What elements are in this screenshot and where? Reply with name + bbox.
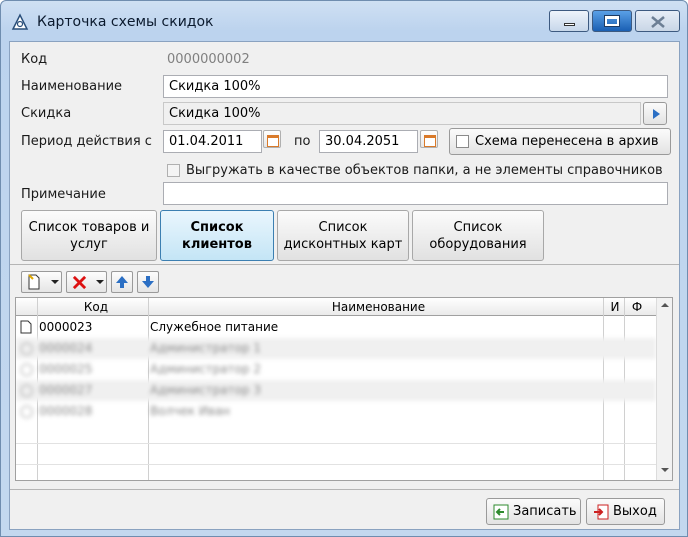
tab-discount-cards[interactable]: Список дисконтных карт — [277, 210, 409, 261]
minimize-button[interactable] — [549, 10, 589, 32]
row-code: 0000027 — [39, 383, 93, 397]
tab-clients-line2: клиентов — [182, 236, 252, 252]
maximize-button[interactable] — [592, 10, 632, 32]
window-title: Карточка схемы скидок — [37, 14, 214, 30]
person-icon: ◯ — [20, 383, 34, 397]
chevron-down-icon[interactable] — [96, 280, 104, 284]
move-up-button[interactable] — [111, 271, 133, 293]
row-name: Служебное питание — [150, 320, 279, 334]
divider — [10, 264, 679, 265]
move-down-button[interactable] — [137, 271, 159, 293]
export-label: Выгружать в качестве объектов папки, а н… — [186, 163, 663, 178]
row-name: Администратор 2 — [150, 362, 261, 376]
app-icon — [11, 13, 29, 30]
column-f[interactable]: Ф — [626, 300, 648, 314]
add-document-icon — [28, 274, 40, 290]
row-name: Волчек Иван — [150, 404, 231, 418]
table-row[interactable]: ◯ 0000024 Администратор 1 — [16, 338, 656, 359]
name-label: Наименование — [21, 79, 123, 94]
delete-icon — [72, 275, 87, 290]
person-icon: ◯ — [20, 404, 34, 418]
column-name[interactable]: Наименование — [151, 300, 606, 314]
to-label: по — [294, 134, 311, 149]
delete-button[interactable] — [66, 271, 107, 293]
archive-toggle[interactable]: Схема перенесена в архив — [449, 128, 671, 155]
date-to-field[interactable]: 30.04.2051 — [319, 130, 418, 153]
tab-goods-line2: услуг — [70, 236, 108, 252]
maximize-icon — [605, 16, 619, 26]
table-row[interactable]: ◯ 0000027 Администратор 3 — [16, 380, 656, 401]
title-bar[interactable]: Карточка схемы скидок — [1, 1, 687, 41]
close-button[interactable] — [635, 10, 680, 32]
document-icon — [20, 320, 32, 334]
table-header: Код Наименование И Ф — [16, 298, 656, 316]
tab-clients-line1: Список — [190, 219, 244, 235]
person-icon: ◯ — [20, 362, 34, 376]
save-label: Записать — [513, 504, 577, 519]
minimize-icon — [564, 23, 575, 26]
table-row[interactable]: ◯ 0000028 Волчек Иван — [16, 401, 656, 422]
table-row[interactable]: ◯ 0000025 Администратор 2 — [16, 359, 656, 380]
tab-equipment-line2: оборудования — [429, 236, 527, 252]
exit-button[interactable]: Выход — [586, 498, 665, 525]
divider — [10, 489, 679, 490]
discount-field[interactable]: Скидка 100% — [163, 102, 641, 125]
code-label: Код — [21, 52, 48, 67]
row-code: 0000024 — [39, 341, 93, 355]
tab-goods[interactable]: Список товаров и услуг — [21, 210, 157, 261]
exit-label: Выход — [613, 504, 657, 519]
row-name: Администратор 1 — [150, 341, 261, 355]
chevron-down-icon[interactable] — [51, 280, 59, 284]
discount-label: Скидка — [21, 106, 72, 121]
table-row[interactable]: 0000023 Служебное питание — [16, 317, 656, 338]
clients-table[interactable]: Код Наименование И Ф 0000023 Служебное п… — [15, 297, 673, 481]
discount-select-button[interactable] — [643, 102, 667, 125]
close-icon — [651, 16, 665, 28]
grid-line — [16, 464, 656, 465]
column-code[interactable]: Код — [41, 300, 151, 314]
calendar-from-icon[interactable] — [263, 130, 281, 148]
row-code: 0000023 — [39, 320, 93, 334]
archive-label: Схема перенесена в архив — [475, 134, 659, 149]
arrow-right-icon — [653, 109, 660, 119]
note-label: Примечание — [21, 187, 106, 202]
arrow-up-icon — [116, 276, 128, 288]
tab-equipment-line1: Список — [453, 219, 503, 235]
calendar-to-icon[interactable] — [420, 130, 438, 148]
save-button[interactable]: Записать — [486, 498, 581, 525]
scroll-down-icon[interactable] — [661, 468, 669, 472]
exit-icon — [594, 504, 609, 520]
row-code: 0000028 — [39, 404, 93, 418]
tab-equipment[interactable]: Список оборудования — [412, 210, 544, 261]
period-label: Период действия с — [21, 134, 152, 149]
code-value: 0000000002 — [167, 52, 250, 67]
row-code: 0000025 — [39, 362, 93, 376]
arrow-down-icon — [142, 276, 154, 288]
vertical-scrollbar[interactable] — [656, 298, 672, 480]
scroll-up-icon[interactable] — [661, 303, 669, 307]
column-i[interactable]: И — [606, 300, 624, 314]
date-from-field[interactable]: 01.04.2011 — [163, 130, 262, 153]
tab-clients[interactable]: Список клиентов — [160, 210, 274, 261]
save-icon — [493, 504, 509, 520]
window: Карточка схемы скидок Код 0000000002 Наи… — [0, 0, 688, 537]
name-field[interactable]: Скидка 100% — [163, 75, 668, 98]
note-field[interactable] — [163, 182, 668, 205]
add-button[interactable] — [21, 271, 62, 293]
form-body: Код 0000000002 Наименование Скидка 100% … — [9, 41, 680, 530]
archive-checkbox[interactable] — [456, 135, 469, 148]
grid-line — [16, 443, 656, 444]
export-checkbox[interactable] — [167, 164, 180, 177]
row-name: Администратор 3 — [150, 383, 261, 397]
person-icon: ◯ — [20, 341, 34, 355]
tab-cards-line1: Список — [318, 219, 368, 235]
tab-goods-line1: Список товаров и — [28, 219, 150, 235]
tab-cards-line2: дисконтных карт — [283, 236, 403, 252]
